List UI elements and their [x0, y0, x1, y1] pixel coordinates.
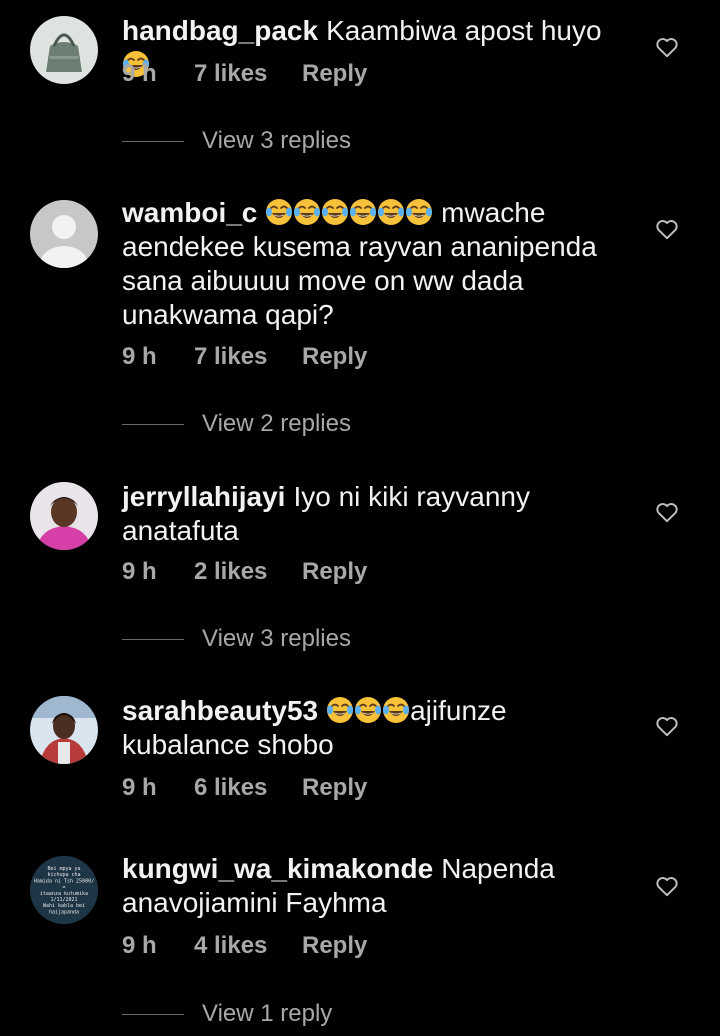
reply-button[interactable]: Reply — [302, 774, 367, 802]
view-replies-button[interactable]: View 1 reply — [122, 1000, 332, 1028]
reply-button[interactable]: Reply — [302, 343, 367, 371]
face-with-tears-of-joy-emoji — [265, 198, 293, 226]
view-replies-label: View 1 reply — [202, 1000, 333, 1027]
view-replies-button[interactable]: View 3 replies — [122, 127, 351, 155]
comment-meta: 9 h 7 likes Reply — [122, 60, 367, 88]
username[interactable]: wamboi_c — [122, 197, 257, 228]
avatar-text-line: Bei mpya ya — [47, 866, 80, 872]
comment-meta: 9 h 2 likes Reply — [122, 558, 367, 586]
face-with-tears-of-joy-emoji — [354, 696, 382, 724]
comment-meta: 9 h 6 likes Reply — [122, 774, 367, 802]
likes-count[interactable]: 2 likes — [194, 558, 302, 586]
face-with-tears-of-joy-emoji — [405, 198, 433, 226]
avatar[interactable] — [30, 696, 98, 764]
view-replies-button[interactable]: View 2 replies — [122, 410, 351, 438]
face-with-tears-of-joy-emoji — [321, 198, 349, 226]
comment-meta: 9 h 4 likes Reply — [122, 932, 367, 960]
username[interactable]: kungwi_wa_kimakonde — [122, 853, 433, 884]
avatar[interactable]: Bei mpya ya kichupa cha Hamida ni Tsh 2500… — [30, 856, 98, 924]
timestamp: 9 h — [122, 932, 157, 959]
heart-icon[interactable] — [654, 873, 680, 899]
comment-meta: 9 h 7 likes Reply — [122, 343, 367, 371]
timestamp: 9 h — [122, 558, 157, 585]
avatar-text-line: Hamida ni Tsh 25000/ — [34, 878, 94, 884]
view-replies-label: View 3 replies — [202, 625, 351, 652]
avatar-text-line: haijapanda — [49, 909, 79, 915]
likes-count[interactable]: 7 likes — [194, 60, 302, 88]
avatar-image — [30, 482, 98, 550]
replies-divider-line — [122, 423, 184, 425]
avatar-text-line: Wahi kabla bei — [43, 903, 85, 909]
face-with-tears-of-joy-emoji — [293, 198, 321, 226]
face-with-tears-of-joy-emoji — [349, 198, 377, 226]
face-with-tears-of-joy-emoji — [377, 198, 405, 226]
avatar[interactable] — [30, 200, 98, 268]
comment-body: Kaambiwa apost huyo — [326, 15, 602, 46]
reply-button[interactable]: Reply — [302, 932, 367, 960]
username[interactable]: jerryllahijayi — [122, 481, 285, 512]
username[interactable]: sarahbeauty53 — [122, 695, 318, 726]
timestamp: 9 h — [122, 774, 157, 801]
avatar[interactable] — [30, 482, 98, 550]
replies-divider-line — [122, 638, 184, 640]
view-replies-label: View 2 replies — [202, 410, 351, 437]
face-with-tears-of-joy-emoji — [382, 696, 410, 724]
avatar-image — [30, 16, 98, 84]
avatar-image — [30, 696, 98, 764]
comment-text: jerryllahijayi Iyo ni kiki rayvanny anata… — [122, 480, 622, 548]
heart-icon[interactable] — [654, 216, 680, 242]
replies-divider-line — [122, 140, 184, 142]
likes-count[interactable]: 7 likes — [194, 343, 302, 371]
comment-text: sarahbeauty53 ajifunze kubalance shobo — [122, 694, 622, 762]
comment-text: wamboi_c mwache aendekee kusema rayvan a… — [122, 196, 622, 332]
reply-button[interactable]: Reply — [302, 558, 367, 586]
view-replies-label: View 3 replies — [202, 127, 351, 154]
timestamp: 9 h — [122, 343, 157, 370]
timestamp: 9 h — [122, 60, 157, 87]
likes-count[interactable]: 4 likes — [194, 932, 302, 960]
username[interactable]: handbag_pack — [122, 15, 318, 46]
avatar-image: Bei mpya yakichupa chaHamida ni Tsh 2500… — [30, 856, 98, 924]
avatar-text-line: itaanza kutumika — [40, 891, 88, 897]
heart-icon[interactable] — [654, 499, 680, 525]
heart-icon[interactable] — [654, 34, 680, 60]
replies-divider-line — [122, 1013, 184, 1015]
default-avatar-icon — [30, 200, 98, 268]
face-with-tears-of-joy-emoji — [326, 696, 354, 724]
heart-icon[interactable] — [654, 713, 680, 739]
avatar-text-line: = — [62, 885, 65, 891]
avatar-text-line: 1/11/2021 — [50, 897, 77, 903]
view-replies-button[interactable]: View 3 replies — [122, 625, 351, 653]
avatar-text-line: kichupa cha — [47, 872, 80, 878]
comment-text: kungwi_wa_kimakonde Napenda anavojiamini … — [122, 852, 622, 920]
likes-count[interactable]: 6 likes — [194, 774, 302, 802]
avatar[interactable] — [30, 16, 98, 84]
reply-button[interactable]: Reply — [302, 60, 367, 88]
